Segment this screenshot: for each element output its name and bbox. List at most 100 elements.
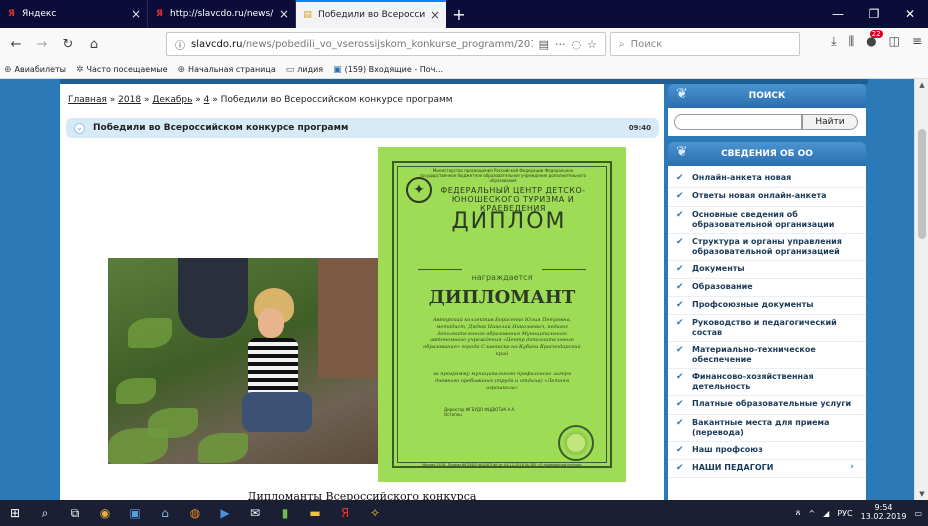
close-window-icon[interactable]: ✕ (892, 0, 928, 28)
sidebar-item-label: Онлайн-анкета новая (692, 173, 792, 182)
reader-view-icon[interactable]: ▤ (539, 38, 549, 51)
photos-icon[interactable]: ▣ (120, 500, 150, 526)
task-view-icon[interactable]: ⧉ (60, 500, 90, 526)
sidebar-item[interactable]: ✔ Образование (668, 279, 866, 297)
check-icon: ✔ (676, 236, 684, 247)
sidebar-item[interactable]: ✔ Вакантные места для приема (перевода) (668, 415, 866, 442)
back-icon[interactable]: ← (6, 35, 26, 55)
tab-yandex[interactable]: Я Яндекс × (0, 0, 148, 28)
scrollbar-thumb[interactable] (918, 129, 926, 239)
diploma-text: Авторский коллектив Борисенко Юлия Петро… (423, 317, 581, 357)
breadcrumb-separator: » (195, 95, 201, 105)
network-icon[interactable]: ◢ (823, 509, 829, 518)
search-bar[interactable]: ⌕ Поиск (610, 32, 800, 56)
reload-icon[interactable]: ↻ (58, 35, 78, 55)
breadcrumb-home[interactable]: Главная (68, 95, 107, 105)
tab-label: Яндекс (22, 9, 57, 19)
sidebar-item[interactable]: ✔ Руководство и педагогический состав (668, 315, 866, 343)
bookmark-aviabilety[interactable]: ⊕ Авиабилеты (4, 65, 66, 75)
breadcrumb-year[interactable]: 2018 (118, 95, 141, 105)
sidebar-item[interactable]: ✔ Документы (668, 261, 866, 279)
globe-icon: ⊕ (177, 64, 186, 75)
check-icon: ✔ (676, 263, 684, 274)
diploma-ministry: Министерство просвещения Российской Феде… (419, 168, 587, 183)
people-icon[interactable]: ጸ (796, 508, 801, 518)
close-icon[interactable]: × (131, 7, 141, 21)
close-icon[interactable]: × (430, 8, 440, 22)
notification-icon[interactable]: ▭ (914, 509, 922, 518)
bookmark-frequent[interactable]: ✲ Часто посещаемые (76, 65, 168, 75)
file-explorer-icon[interactable]: ▬ (300, 500, 330, 526)
sidebar-item[interactable]: ✔ Профсоюзные документы (668, 297, 866, 316)
yandex-browser-icon[interactable]: Я (330, 500, 360, 526)
close-icon[interactable]: × (279, 7, 289, 21)
extension-icon[interactable]: ● 22 (866, 30, 883, 49)
info-header-label: СВЕДЕНИЯ ОБ ОО (721, 149, 813, 159)
url-bar[interactable]: ⓘ slavcdo.ru/news/pobedili_vo_vserossijs… (166, 32, 606, 56)
check-icon: ✔ (676, 173, 684, 183)
media-icon[interactable]: ▶ (210, 500, 240, 526)
sidebar-item[interactable]: ✔ Материально-техническое обеспечение (668, 342, 866, 370)
bookmark-star-icon[interactable]: ☆ (587, 38, 597, 51)
minimize-icon[interactable]: — (820, 0, 856, 28)
download-icon[interactable]: ⤓ (831, 34, 836, 49)
language-indicator[interactable]: РУС (837, 509, 852, 518)
sidebar-item[interactable]: ✔ Основные сведения об образовательной ор… (668, 207, 866, 234)
check-icon: ✔ (676, 209, 684, 220)
check-icon: ✔ (676, 300, 684, 310)
chevron-down-icon[interactable]: ⌄ (74, 122, 85, 134)
tab-current[interactable]: ▤ Победили во Всероссийском × (296, 0, 446, 28)
sidebar-item[interactable]: ✔ НАШИ ПЕДАГОГИ (668, 460, 866, 478)
sidebar-item[interactable]: ✔ Онлайн-анкета новая (668, 170, 866, 189)
bookmark-inbox[interactable]: ▣ (159) Входящие - Поч... (333, 65, 443, 75)
breadcrumb-current: Победили во Всероссийском конкурсе прогр… (220, 95, 453, 105)
chrome-icon[interactable]: ◉ (90, 500, 120, 526)
photo-leaf (116, 378, 156, 404)
home-icon[interactable]: ⌂ (84, 35, 104, 55)
bookmark-start-page[interactable]: ⊕ Начальная страница (178, 65, 276, 75)
restore-icon[interactable]: ❐ (856, 0, 892, 28)
info-icon[interactable]: ⓘ (175, 37, 185, 52)
sidebar-item[interactable]: ✔ Структура и органы управления образоват… (668, 234, 866, 261)
new-tab-button[interactable]: + (446, 0, 472, 28)
sidebar-toggle-icon[interactable]: ◫ (889, 34, 900, 49)
check-icon: ✔ (676, 399, 684, 410)
menu-icon[interactable]: ≡ (912, 34, 922, 49)
library-icon[interactable]: ⫼ (849, 34, 855, 49)
check-icon: ✔ (676, 444, 684, 455)
breadcrumb-month[interactable]: Декабрь (152, 95, 192, 105)
paint-icon[interactable]: ✧ (360, 500, 390, 526)
sidebar-item-label: Структура и органы управления образовате… (692, 236, 842, 256)
sidebar-item[interactable]: ✔ Финансово-хозяйственная детельность (668, 369, 866, 397)
search-button[interactable]: Найти (802, 114, 858, 130)
bookmark-label: лидия (297, 65, 324, 74)
photo-caption: Дипломанты Всероссийского конкурса (247, 490, 477, 500)
sidebar-item[interactable]: ✔ Ответы новая онлайн-анкета (668, 188, 866, 207)
app-icon[interactable]: ▮ (270, 500, 300, 526)
store-icon[interactable]: ⌂ (150, 500, 180, 526)
windows-start-icon[interactable]: ⊞ (0, 500, 30, 526)
chevron-up-icon[interactable]: ^ (808, 509, 815, 518)
mail-icon[interactable]: ✉ (240, 500, 270, 526)
bookmark-folder-lidia[interactable]: ▭ лидия (286, 65, 323, 75)
clock-date: 13.02.2019 (860, 512, 907, 521)
search-input[interactable]: Поиск (631, 39, 663, 50)
firefox-icon[interactable]: ◍ (180, 500, 210, 526)
clock[interactable]: 9:54 13.02.2019 (860, 503, 907, 522)
sidebar-item[interactable]: ✔ Наш профсоюз (668, 442, 866, 460)
check-icon: ✔ (676, 318, 684, 329)
search-icon[interactable]: ⌕ (30, 500, 60, 526)
more-actions-icon[interactable]: ··· (555, 38, 566, 51)
sidebar-item[interactable]: ✔ Платные образовательные услуги (668, 396, 866, 415)
scroll-up-icon[interactable]: ▲ (915, 79, 928, 91)
check-icon: ✔ (676, 462, 684, 473)
bookmark-label: Авиабилеты (14, 65, 66, 74)
forward-icon[interactable]: → (32, 35, 52, 55)
search-input[interactable] (674, 114, 802, 130)
vertical-scrollbar[interactable]: ▲ ▼ (914, 79, 928, 500)
tab-slavcdo-url[interactable]: Я http://slavcdo.ru/news/pobedi × (148, 0, 296, 28)
pocket-icon[interactable]: ◌ (572, 38, 582, 51)
bookmark-label: Начальная страница (188, 65, 276, 74)
breadcrumb-day[interactable]: 4 (204, 95, 210, 105)
scroll-down-icon[interactable]: ▼ (915, 488, 928, 500)
